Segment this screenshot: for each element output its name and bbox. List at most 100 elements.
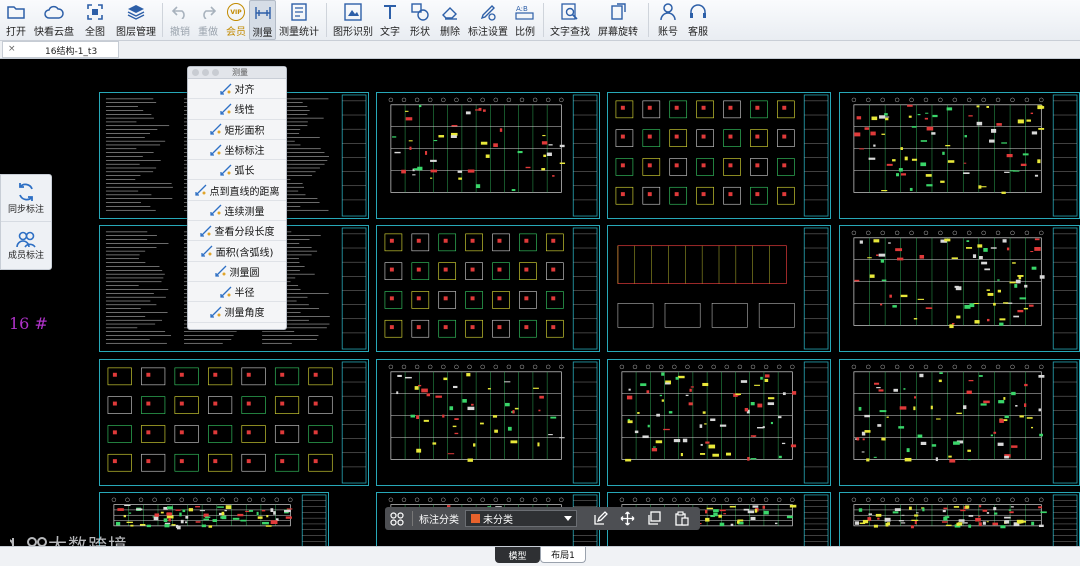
category-value: 未分类 bbox=[483, 515, 513, 526]
annotation-side-panel: 同步标注 成员标注 bbox=[0, 174, 52, 270]
arc-length-icon bbox=[219, 164, 232, 176]
main-toolbar: 打开 快看云盘 全图 图层管理 撤销 重做 VIP 会员 测量 测量统计 图形识… bbox=[0, 0, 1080, 41]
headset-icon bbox=[688, 2, 708, 22]
popup-title: 测量 bbox=[232, 68, 248, 77]
measure-item-label: 连续测量 bbox=[224, 206, 265, 218]
window-minimize-dot[interactable] bbox=[202, 69, 209, 76]
drawing-sheet bbox=[839, 225, 1080, 352]
text-search-button[interactable]: 文字查找 bbox=[548, 0, 592, 40]
grid-icon bbox=[390, 511, 404, 526]
copy-annotation-button[interactable] bbox=[645, 510, 663, 528]
toolbar-separator bbox=[543, 3, 544, 37]
open-button[interactable]: 打开 bbox=[0, 0, 32, 40]
toolbar-separator bbox=[162, 3, 163, 37]
sync-annotation-label: 同步标注 bbox=[7, 204, 44, 215]
account-icon bbox=[658, 2, 678, 22]
bar-divider bbox=[412, 511, 413, 526]
measure-button[interactable]: 测量 bbox=[249, 0, 276, 40]
measure-stats-button[interactable]: 测量统计 bbox=[276, 0, 322, 40]
full-view-button[interactable]: 全图 bbox=[76, 0, 114, 40]
measure-item-label: 对齐 bbox=[234, 85, 255, 97]
cloud-drive-button[interactable]: 快看云盘 bbox=[32, 0, 76, 40]
drawing-sheet bbox=[839, 92, 1080, 219]
measure-stats-icon bbox=[289, 2, 309, 22]
measure-angle-icon bbox=[209, 306, 222, 318]
measure-item-label: 查看分段长度 bbox=[214, 227, 275, 239]
rect-area-icon bbox=[209, 123, 222, 135]
area-arc-icon bbox=[200, 245, 213, 257]
continuous-measure-icon bbox=[209, 204, 222, 217]
delete-button[interactable]: 删除 bbox=[435, 0, 465, 40]
measure-menu: 对齐 线性 矩形面积 坐标标注 弧长 点到直线的距离 连续测量 查看分段长度 面积(含弧线) 测量… bbox=[188, 79, 286, 323]
shape-recognize-button[interactable]: 图形识别 bbox=[331, 0, 375, 40]
scale-icon: A:B bbox=[515, 2, 535, 22]
annotation-settings-button[interactable]: 标注设置 bbox=[465, 0, 511, 40]
layer-manager-button[interactable]: 图层管理 bbox=[114, 0, 158, 40]
measure-item-label: 点到直线的距离 bbox=[209, 186, 280, 198]
sync-annotation-button[interactable]: 同步标注 bbox=[1, 175, 51, 221]
cloud-icon bbox=[44, 2, 64, 22]
account-button[interactable]: 账号 bbox=[653, 0, 683, 40]
text-button[interactable]: 文字 bbox=[375, 0, 405, 40]
measure-item-rect-area[interactable]: 矩形面积 bbox=[188, 120, 286, 140]
paste-annotation-button[interactable] bbox=[672, 510, 690, 528]
edit-annotation-button[interactable] bbox=[591, 510, 609, 528]
measure-item-continuous-measure[interactable]: 连续测量 bbox=[188, 201, 286, 222]
drawing-sheet bbox=[839, 492, 1080, 546]
vip-icon: VIP bbox=[226, 2, 246, 22]
member-annotation-button[interactable]: 成员标注 bbox=[1, 221, 51, 268]
point-line-distance-icon bbox=[194, 184, 207, 196]
shape-button[interactable]: 形状 bbox=[405, 0, 435, 40]
rotate-screen-icon bbox=[608, 2, 628, 22]
drawing-sheet bbox=[99, 359, 369, 486]
drawing-number-label: 16 # bbox=[9, 314, 48, 333]
measure-item-segment-length[interactable]: 查看分段长度 bbox=[188, 221, 286, 242]
measure-item-measure-circle[interactable]: 测量圆 bbox=[188, 262, 286, 282]
measure-item-linear[interactable]: 线性 bbox=[188, 99, 286, 120]
tab-model[interactable]: 模型 bbox=[495, 547, 540, 563]
drawing-sheet bbox=[607, 225, 831, 352]
measure-item-arc-length[interactable]: 弧长 bbox=[188, 160, 286, 181]
measure-item-coordinate[interactable]: 坐标标注 bbox=[188, 140, 286, 161]
measure-circle-icon bbox=[214, 265, 227, 277]
layout-tab-bar: 模型 布局1 bbox=[0, 546, 1080, 566]
grid-menu-button[interactable] bbox=[388, 510, 406, 528]
drawing-sheet bbox=[607, 359, 831, 486]
window-zoom-dot[interactable] bbox=[212, 69, 219, 76]
measure-popup: 测量 对齐线性 矩形面积坐标标注弧长点到直线的距离 连续测量查看分段长度面积(含弧线… bbox=[187, 66, 287, 330]
measure-item-label: 坐标标注 bbox=[224, 146, 265, 158]
segment-length-icon bbox=[199, 225, 212, 237]
customer-service-button[interactable]: 客服 bbox=[683, 0, 713, 40]
sync-icon bbox=[19, 182, 33, 201]
popup-titlebar[interactable]: 测量 bbox=[188, 67, 286, 79]
measure-item-align[interactable]: 对齐 bbox=[188, 79, 286, 100]
fit-view-icon bbox=[85, 2, 105, 22]
coordinate-icon bbox=[209, 144, 222, 156]
redo-button[interactable]: 重做 bbox=[193, 0, 223, 40]
category-select[interactable]: 未分类 bbox=[465, 510, 577, 527]
radius-icon bbox=[219, 286, 232, 298]
drawing-sheet bbox=[99, 492, 329, 546]
measure-item-measure-angle[interactable]: 测量角度 bbox=[188, 302, 286, 323]
undo-button[interactable]: 撤销 bbox=[167, 0, 193, 40]
measure-item-radius[interactable]: 半径 bbox=[188, 282, 286, 303]
chevron-down-icon bbox=[564, 516, 572, 521]
tab-close-icon[interactable]: × bbox=[8, 44, 16, 54]
window-close-dot[interactable] bbox=[192, 69, 199, 76]
shapes-icon bbox=[410, 2, 430, 22]
drawing-canvas[interactable]: 16 # bbox=[0, 59, 1080, 546]
toolbar-separator bbox=[326, 3, 327, 37]
text-search-icon bbox=[560, 2, 580, 22]
screen-rotate-button[interactable]: 屏幕旋转 bbox=[592, 0, 644, 40]
redo-icon bbox=[198, 2, 218, 22]
paste-icon bbox=[674, 511, 689, 526]
vip-button[interactable]: VIP 会员 bbox=[223, 0, 249, 40]
measure-item-area-arc[interactable]: 面积(含弧线) bbox=[188, 241, 286, 262]
move-annotation-button[interactable] bbox=[618, 510, 636, 528]
linear-icon bbox=[219, 103, 232, 115]
document-tab[interactable]: × 16结构-1_t3 bbox=[2, 41, 119, 58]
scale-button[interactable]: A:B 比例 bbox=[511, 0, 539, 40]
measure-item-point-line-distance[interactable]: 点到直线的距离 bbox=[188, 180, 286, 201]
align-icon bbox=[219, 83, 232, 95]
tab-layout1[interactable]: 布局1 bbox=[540, 547, 586, 563]
